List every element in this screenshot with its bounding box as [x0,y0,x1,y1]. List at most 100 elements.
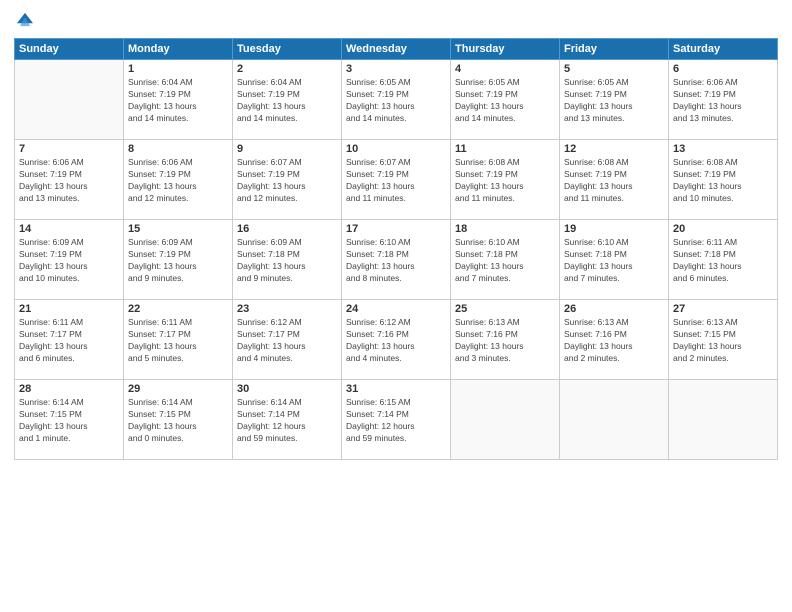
day-number: 6 [673,63,773,75]
day-number: 1 [128,63,228,75]
week-row-2: 7 Sunrise: 6:06 AM Sunset: 7:19 PM Daylig… [15,140,778,220]
header-row: SundayMondayTuesdayWednesdayThursdayFrid… [15,39,778,60]
day-info: Sunrise: 6:11 AM Sunset: 7:17 PM Dayligh… [128,317,228,365]
day-number: 25 [455,303,555,315]
day-number: 5 [564,63,664,75]
day-cell: 14Sunrise: 6:09 AM Sunset: 7:19 PM Dayli… [15,220,124,300]
day-cell: 31Sunrise: 6:15 AM Sunset: 7:14 PM Dayli… [342,380,451,460]
calendar-table: SundayMondayTuesdayWednesdayThursdayFrid… [14,38,778,460]
day-cell [451,380,560,460]
logo-icon [14,10,36,32]
week-row-1: 1 Sunrise: 6:04 AM Sunset: 7:19 PM Daylig… [15,60,778,140]
day-number: 16 [237,223,337,235]
day-info: Sunrise: 6:12 AM Sunset: 7:17 PM Dayligh… [237,317,337,365]
day-number: 29 [128,383,228,395]
day-cell: 18 Sunrise: 6:10 AM Sunset: 7:18 PM Dayli… [451,220,560,300]
day-info: Sunrise: 6:13 AM Sunset: 7:16 PM Dayligh… [455,317,555,365]
day-info: Sunrise: 6:04 AM Sunset: 7:19 PM Dayligh… [237,77,337,125]
day-info: Sunrise: 6:13 AM Sunset: 7:15 PM Dayligh… [673,317,773,365]
logo [14,10,40,32]
day-number: 18 [455,223,555,235]
day-cell: 1 Sunrise: 6:04 AM Sunset: 7:19 PM Daylig… [124,60,233,140]
day-number: 28 [19,383,119,395]
day-number: 30 [237,383,337,395]
day-number: 13 [673,143,773,155]
day-number: 19 [564,223,664,235]
day-number: 26 [564,303,664,315]
day-header-wednesday: Wednesday [342,39,451,60]
day-info: Sunrise: 6:15 AM Sunset: 7:14 PM Dayligh… [346,397,446,445]
day-number: 3 [346,63,446,75]
day-cell: 20 Sunrise: 6:11 AM Sunset: 7:18 PM Dayli… [669,220,778,300]
day-cell: 23 Sunrise: 6:12 AM Sunset: 7:17 PM Dayli… [233,300,342,380]
day-info: Sunrise: 6:10 AM Sunset: 7:18 PM Dayligh… [455,237,555,285]
day-number: 2 [237,63,337,75]
day-info: Sunrise: 6:07 AM Sunset: 7:19 PM Dayligh… [237,157,337,205]
day-info: Sunrise: 6:06 AM Sunset: 7:19 PM Dayligh… [19,157,119,205]
day-info: Sunrise: 6:05 AM Sunset: 7:19 PM Dayligh… [346,77,446,125]
day-header-thursday: Thursday [451,39,560,60]
day-cell: 9 Sunrise: 6:07 AM Sunset: 7:19 PM Daylig… [233,140,342,220]
day-info: Sunrise: 6:08 AM Sunset: 7:19 PM Dayligh… [673,157,773,205]
day-info: Sunrise: 6:10 AM Sunset: 7:18 PM Dayligh… [564,237,664,285]
day-number: 23 [237,303,337,315]
day-header-monday: Monday [124,39,233,60]
day-cell: 6 Sunrise: 6:06 AM Sunset: 7:19 PM Daylig… [669,60,778,140]
day-cell: 25 Sunrise: 6:13 AM Sunset: 7:16 PM Dayli… [451,300,560,380]
day-cell: 12 Sunrise: 6:08 AM Sunset: 7:19 PM Dayli… [560,140,669,220]
day-info: Sunrise: 6:04 AM Sunset: 7:19 PM Dayligh… [128,77,228,125]
day-cell: 29 Sunrise: 6:14 AM Sunset: 7:15 PM Dayli… [124,380,233,460]
day-number: 10 [346,143,446,155]
day-info: Sunrise: 6:08 AM Sunset: 7:19 PM Dayligh… [455,157,555,205]
day-info: Sunrise: 6:06 AM Sunset: 7:19 PM Dayligh… [673,77,773,125]
day-cell: 24 Sunrise: 6:12 AM Sunset: 7:16 PM Dayli… [342,300,451,380]
day-info: Sunrise: 6:13 AM Sunset: 7:16 PM Dayligh… [564,317,664,365]
day-number: 24 [346,303,446,315]
day-cell: 10Sunrise: 6:07 AM Sunset: 7:19 PM Dayli… [342,140,451,220]
day-cell: 17Sunrise: 6:10 AM Sunset: 7:18 PM Dayli… [342,220,451,300]
day-cell: 26 Sunrise: 6:13 AM Sunset: 7:16 PM Dayli… [560,300,669,380]
day-cell: 28 Sunrise: 6:14 AM Sunset: 7:15 PM Dayli… [15,380,124,460]
day-info: Sunrise: 6:11 AM Sunset: 7:18 PM Dayligh… [673,237,773,285]
day-cell [15,60,124,140]
day-number: 22 [128,303,228,315]
day-info: Sunrise: 6:14 AM Sunset: 7:14 PM Dayligh… [237,397,337,445]
day-cell: 3 Sunrise: 6:05 AM Sunset: 7:19 PM Daylig… [342,60,451,140]
day-cell: 27 Sunrise: 6:13 AM Sunset: 7:15 PM Dayli… [669,300,778,380]
day-cell: 21 Sunrise: 6:11 AM Sunset: 7:17 PM Dayli… [15,300,124,380]
day-cell [669,380,778,460]
day-info: Sunrise: 6:14 AM Sunset: 7:15 PM Dayligh… [128,397,228,445]
day-info: Sunrise: 6:05 AM Sunset: 7:19 PM Dayligh… [564,77,664,125]
day-info: Sunrise: 6:08 AM Sunset: 7:19 PM Dayligh… [564,157,664,205]
day-info: Sunrise: 6:12 AM Sunset: 7:16 PM Dayligh… [346,317,446,365]
day-cell [560,380,669,460]
day-cell: 8Sunrise: 6:06 AM Sunset: 7:19 PM Daylig… [124,140,233,220]
day-cell: 22 Sunrise: 6:11 AM Sunset: 7:17 PM Dayli… [124,300,233,380]
day-number: 15 [128,223,228,235]
day-cell: 5 Sunrise: 6:05 AM Sunset: 7:19 PM Daylig… [560,60,669,140]
day-number: 20 [673,223,773,235]
day-info: Sunrise: 6:09 AM Sunset: 7:18 PM Dayligh… [237,237,337,285]
day-info: Sunrise: 6:05 AM Sunset: 7:19 PM Dayligh… [455,77,555,125]
week-row-4: 21 Sunrise: 6:11 AM Sunset: 7:17 PM Dayli… [15,300,778,380]
day-info: Sunrise: 6:10 AM Sunset: 7:18 PM Dayligh… [346,237,446,285]
day-cell: 15 Sunrise: 6:09 AM Sunset: 7:19 PM Dayli… [124,220,233,300]
day-cell: 19 Sunrise: 6:10 AM Sunset: 7:18 PM Dayli… [560,220,669,300]
day-number: 21 [19,303,119,315]
day-info: Sunrise: 6:06 AM Sunset: 7:19 PM Dayligh… [128,157,228,205]
day-number: 27 [673,303,773,315]
day-info: Sunrise: 6:14 AM Sunset: 7:15 PM Dayligh… [19,397,119,445]
day-info: Sunrise: 6:09 AM Sunset: 7:19 PM Dayligh… [19,237,119,285]
day-header-saturday: Saturday [669,39,778,60]
day-cell: 30 Sunrise: 6:14 AM Sunset: 7:14 PM Dayli… [233,380,342,460]
day-cell: 16 Sunrise: 6:09 AM Sunset: 7:18 PM Dayli… [233,220,342,300]
day-number: 7 [19,143,119,155]
week-row-5: 28 Sunrise: 6:14 AM Sunset: 7:15 PM Dayli… [15,380,778,460]
day-info: Sunrise: 6:11 AM Sunset: 7:17 PM Dayligh… [19,317,119,365]
day-info: Sunrise: 6:09 AM Sunset: 7:19 PM Dayligh… [128,237,228,285]
day-number: 12 [564,143,664,155]
day-number: 9 [237,143,337,155]
day-cell: 11Sunrise: 6:08 AM Sunset: 7:19 PM Dayli… [451,140,560,220]
header [14,10,778,32]
day-header-tuesday: Tuesday [233,39,342,60]
